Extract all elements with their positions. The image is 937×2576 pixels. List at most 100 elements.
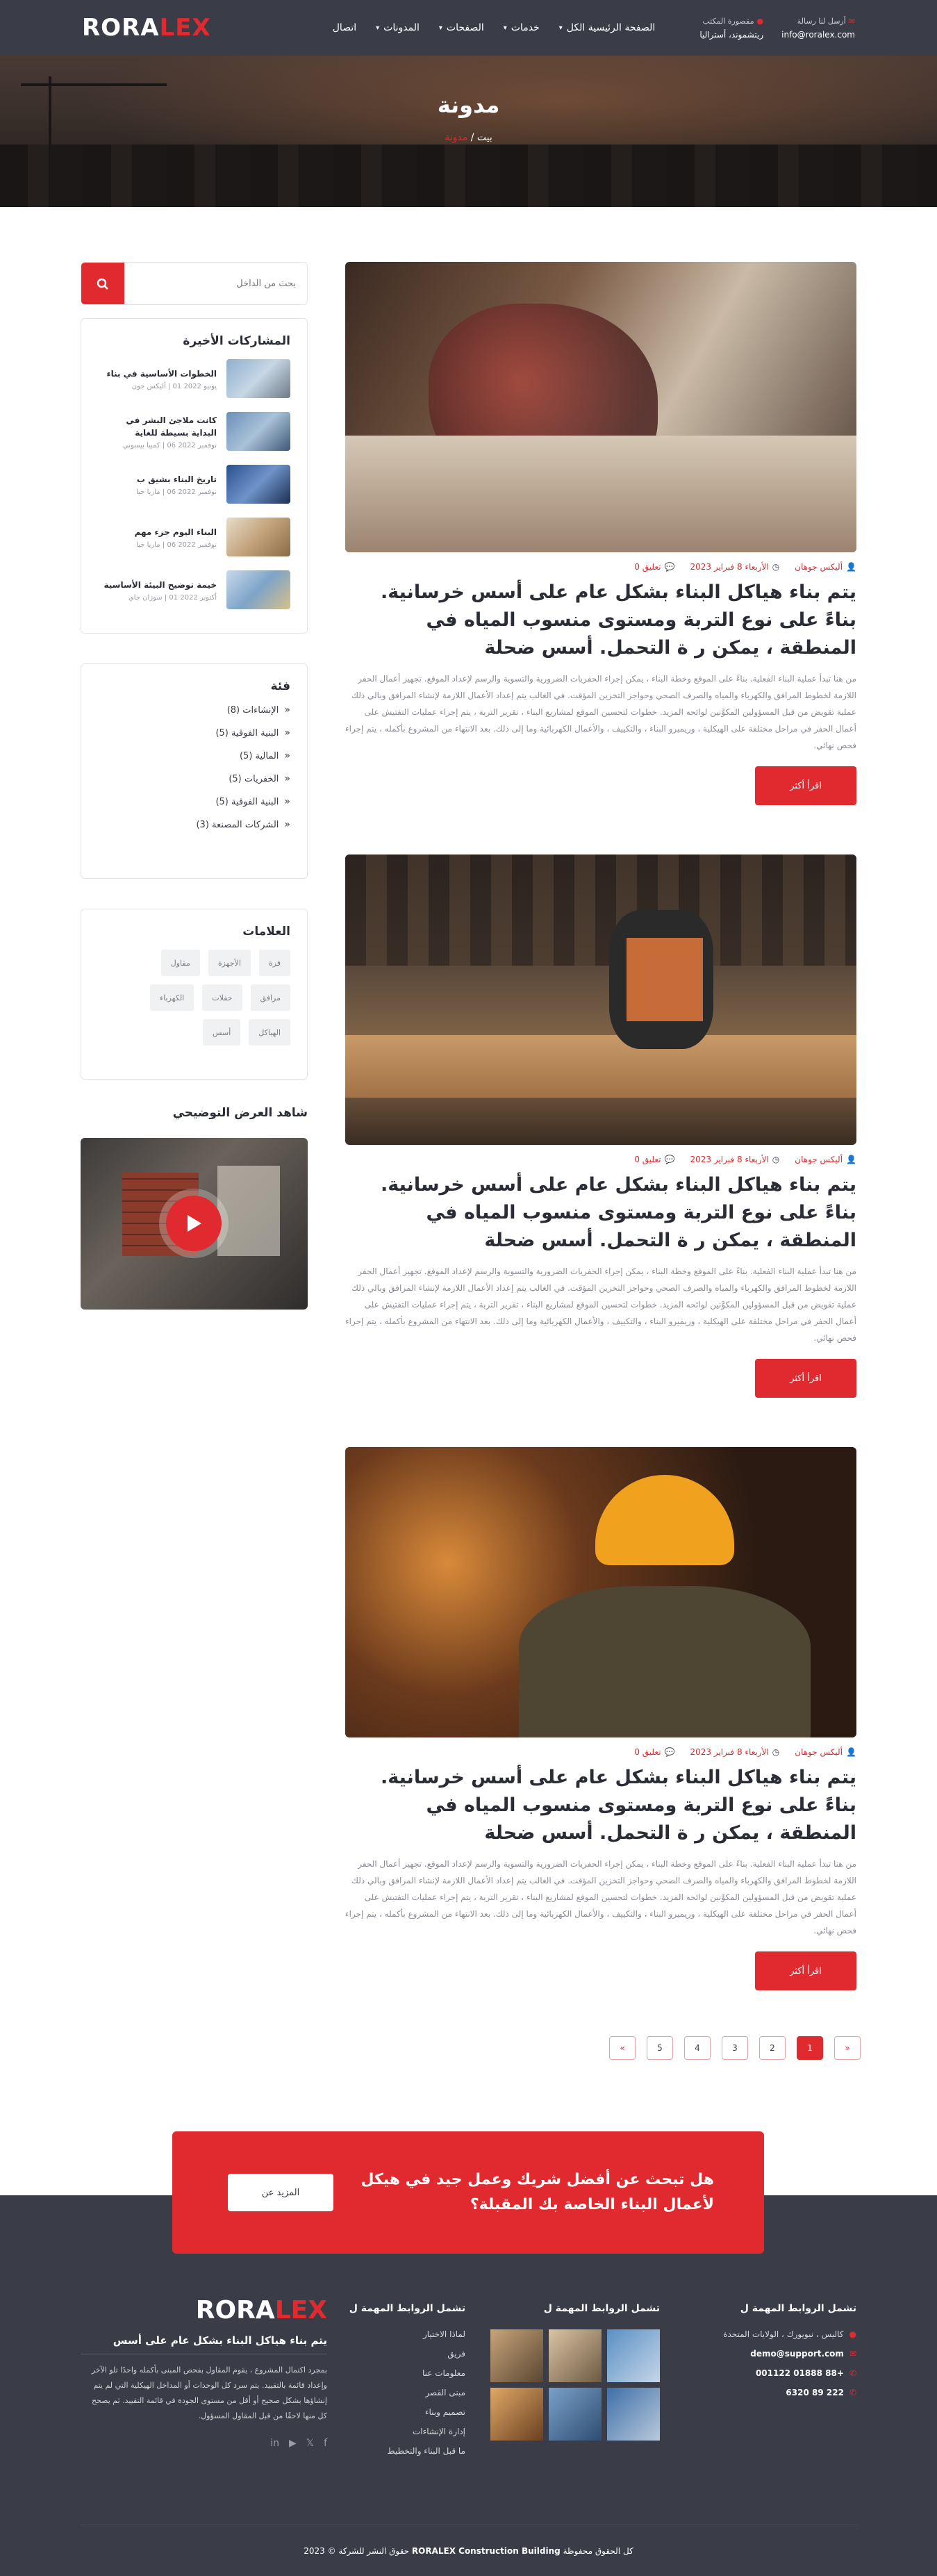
post-author[interactable]: 👤 أليكس جوهان <box>795 1747 856 1757</box>
footer-link[interactable]: معلومات عنا <box>344 2368 465 2378</box>
footer-link[interactable]: إدارة الإنشاءات <box>344 2427 465 2436</box>
clock-icon: ◷ <box>772 1747 780 1757</box>
post-image[interactable] <box>345 854 856 1145</box>
recent-thumb <box>226 465 290 504</box>
read-more-button[interactable]: اقرأ أكثر <box>755 766 856 805</box>
page-next[interactable]: » <box>834 2036 861 2060</box>
tag[interactable]: حفلات <box>202 984 242 1011</box>
video-widget-title: شاهد العرض التوضيحي <box>172 1106 308 1120</box>
tag[interactable]: قرة <box>258 950 290 976</box>
pagination: « 5 4 3 2 1 » <box>609 2036 861 2060</box>
post-author[interactable]: 👤 أليكس جوهان <box>795 1155 856 1164</box>
search-button[interactable] <box>81 263 124 304</box>
post-author[interactable]: 👤 أليكس جوهان <box>795 562 856 572</box>
category-item[interactable]: «الإنشاءات (8) <box>98 704 290 716</box>
recent-post[interactable]: خيمة توضيح البيئة الأساسية أكتوبر 2022 01… <box>98 570 290 609</box>
footer-link[interactable]: لماذا الاختيار <box>344 2329 465 2339</box>
footer-heading: تشمل الروابط المهمة ل <box>543 2303 660 2314</box>
facebook-icon[interactable]: f <box>324 2438 327 2449</box>
category-item[interactable]: «البنية الفوقية (5) <box>98 727 290 738</box>
category-item[interactable]: «الخفريات (5) <box>98 773 290 784</box>
location-icon: ● <box>756 16 764 26</box>
nav-pages[interactable]: الصفحات ▾ <box>439 22 484 33</box>
footer-gallery: تشمل الروابط المهمة ل <box>486 2303 660 2441</box>
category-item[interactable]: «المالية (5) <box>98 750 290 761</box>
post-comments[interactable]: 💬 تعليق 0 <box>634 1747 674 1757</box>
contact-email: ✉ أرسل لنا رسالة info@roralex.com <box>781 16 855 40</box>
category-item[interactable]: «البنية الفوقية (5) <box>98 796 290 807</box>
chevron-left-icon: « <box>284 819 290 830</box>
user-icon: 👤 <box>846 1747 856 1757</box>
tag[interactable]: الكهرباء <box>150 984 194 1011</box>
post-date: ◷ الأربعاء 8 فبراير 2023 <box>690 1155 780 1164</box>
chevron-down-icon: ▾ <box>376 24 380 32</box>
breadcrumb-home[interactable]: بيت <box>477 132 492 143</box>
page-4[interactable]: 4 <box>684 2036 711 2060</box>
twitter-icon[interactable]: 𝕏 <box>306 2438 314 2449</box>
post-comments[interactable]: 💬 تعليق 0 <box>634 562 674 572</box>
nav-blogs[interactable]: المدونات ▾ <box>376 22 420 33</box>
category-item[interactable]: «الشركات المصنعة (3) <box>98 819 290 830</box>
recent-thumb <box>226 570 290 609</box>
category-widget: فئة «الإنشاءات (8) «البنية الفوقية (5) «… <box>81 663 308 879</box>
tag[interactable]: مرافق <box>250 984 290 1011</box>
gallery-image[interactable] <box>490 2388 543 2441</box>
nav-contact[interactable]: اتصال <box>333 22 356 33</box>
gallery-image[interactable] <box>549 2388 602 2441</box>
footer-link[interactable]: مبنى القصر <box>344 2388 465 2397</box>
comment-icon: 💬 <box>664 562 675 572</box>
social-links: f 𝕏 ▶ in <box>81 2438 327 2449</box>
page-prev[interactable]: « <box>609 2036 636 2060</box>
youtube-icon[interactable]: ▶ <box>289 2438 297 2449</box>
gallery-image[interactable] <box>607 2329 660 2382</box>
comment-icon: 💬 <box>664 1747 675 1757</box>
post-meta: 👤 أليكس جوهان ◷ الأربعاء 8 فبراير 2023 💬 تع… <box>345 1747 856 1757</box>
play-button[interactable] <box>166 1196 222 1251</box>
search-input[interactable] <box>124 263 307 304</box>
page-5[interactable]: 5 <box>647 2036 673 2060</box>
widget-title: فئة <box>270 679 290 693</box>
nav-services[interactable]: خدمات ▾ <box>504 22 540 33</box>
cta-button[interactable]: المزيد عن <box>228 2174 333 2211</box>
gallery-image[interactable] <box>549 2329 602 2382</box>
gallery-image[interactable] <box>490 2329 543 2382</box>
post-title[interactable]: يتم بناء هياكل البناء بشكل عام على أسس خ… <box>345 579 856 662</box>
footer-link[interactable]: ما قبل البناء والتخطيط <box>344 2446 465 2456</box>
page-2[interactable]: 2 <box>759 2036 786 2060</box>
chevron-left-icon: « <box>284 727 290 738</box>
recent-posts-widget: المشاركات الأخيرة الخطوات الأساسية في بن… <box>81 318 308 634</box>
demo-video[interactable] <box>81 1138 308 1310</box>
post-image[interactable] <box>345 262 856 552</box>
page-3[interactable]: 3 <box>722 2036 748 2060</box>
post-image[interactable] <box>345 1447 856 1737</box>
post-title[interactable]: يتم بناء هياكل البناء بشكل عام على أسس خ… <box>345 1171 856 1255</box>
chevron-left-icon: « <box>284 773 290 784</box>
gallery-image[interactable] <box>607 2388 660 2441</box>
post-title[interactable]: يتم بناء هياكل البناء بشكل عام على أسس خ… <box>345 1764 856 1847</box>
tag[interactable]: الهياكل <box>249 1019 290 1046</box>
footer-logo[interactable]: RORALEX <box>81 2296 327 2325</box>
read-more-button[interactable]: اقرأ أكثر <box>755 1359 856 1398</box>
recent-post[interactable]: الخطوات الأساسية في بناء يونيو 2022 01 | … <box>98 359 290 398</box>
nav-home[interactable]: الصفحة الرئيسية الكل ▾ <box>559 22 656 33</box>
site-logo[interactable]: RORA LEX <box>82 14 211 42</box>
footer-link[interactable]: تصميم وبناء <box>344 2407 465 2417</box>
linkedin-icon[interactable]: in <box>270 2438 279 2449</box>
recent-post[interactable]: البناء اليوم جزء مهم نوفمبر 2022 06 | مار… <box>98 518 290 556</box>
contact-office: ● مقصورة المكتب ريتشموند، أستراليا <box>699 16 764 40</box>
footer-heading: تشمل الروابط المهمة ل <box>740 2303 856 2314</box>
chevron-left-icon: « <box>284 750 290 761</box>
tag[interactable]: مقاول <box>160 950 200 976</box>
tag[interactable]: الأجهزة <box>208 950 251 976</box>
tag[interactable]: أسس <box>202 1019 241 1046</box>
post-comments[interactable]: 💬 تعليق 0 <box>634 1155 674 1164</box>
top-header: RORA LEX الصفحة الرئيسية الكل ▾ خدمات ▾ الص… <box>0 0 937 56</box>
footer-link[interactable]: فريق <box>344 2349 465 2359</box>
page-1[interactable]: 1 <box>797 2036 823 2060</box>
page-banner: مدونة بيت / مدونة <box>0 56 937 207</box>
recent-post[interactable]: تاريخ البناء بشيق ب نوفمبر 2022 06 | ماري… <box>98 465 290 504</box>
recent-thumb <box>226 359 290 398</box>
recent-post[interactable]: كانت ملاجئ البشر في البداية بسيطة للغاية… <box>98 412 290 451</box>
tags-widget: العلامات قرة الأجهزة مقاول مرافق حفلات ا… <box>81 909 308 1080</box>
read-more-button[interactable]: اقرأ أكثر <box>755 1951 856 1990</box>
